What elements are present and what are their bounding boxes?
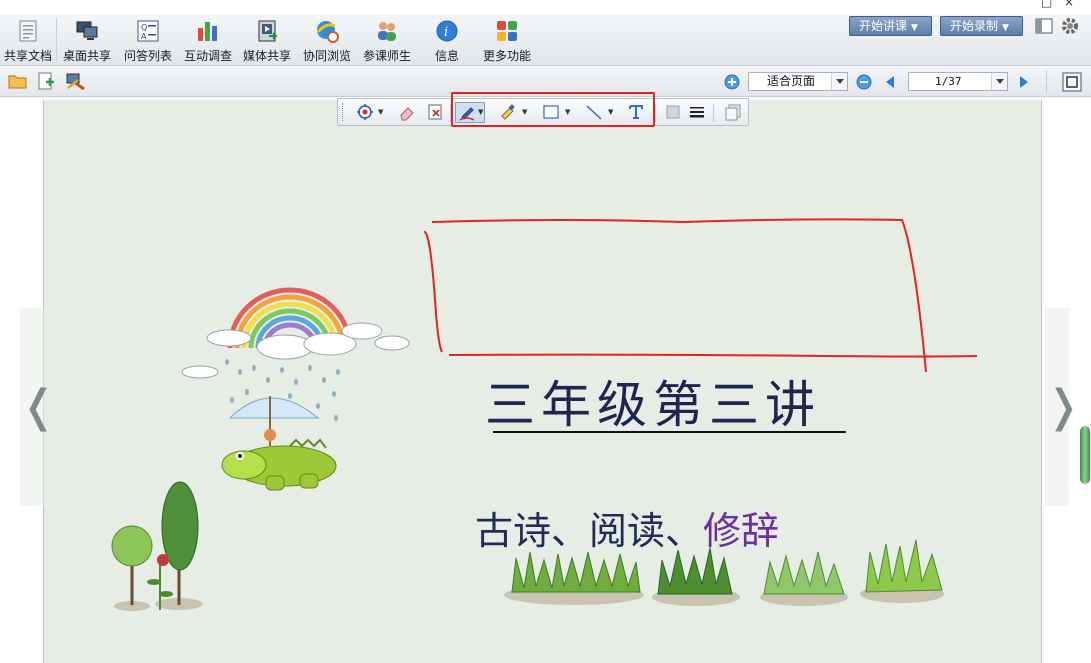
zoom-select[interactable]: 适合页面 <box>748 72 848 91</box>
svg-text:i: i <box>444 25 448 40</box>
copy-page-icon[interactable] <box>724 103 742 121</box>
zoom-in-icon[interactable] <box>724 74 740 90</box>
app-window: □ × 共享文档 桌面共享 Q A 问答列表 互动调查 媒体共享 协同浏览 参课… <box>0 0 1091 663</box>
next-page-icon[interactable] <box>1019 75 1029 89</box>
title-underline <box>493 431 846 433</box>
close-icon[interactable]: × <box>1064 0 1074 9</box>
color-swatch-icon[interactable] <box>664 103 682 121</box>
slide-title: 三年级第三讲 <box>485 376 821 434</box>
layout-icon[interactable] <box>1035 18 1053 34</box>
start-record-button[interactable]: 开始录制 ▼ <box>940 16 1023 36</box>
toolbar-divider <box>1046 70 1047 94</box>
more-functions-button[interactable]: 更多功能 <box>480 18 534 64</box>
chevron-down-icon <box>991 73 1007 90</box>
participants-button[interactable]: 参课师生 <box>360 18 414 64</box>
start-record-label: 开始录制 <box>950 19 999 33</box>
info-icon: i <box>436 20 458 42</box>
co-browse-icon <box>316 21 339 43</box>
desktop-share-button[interactable]: 桌面共享 <box>60 18 114 64</box>
co-browse-button[interactable]: 协同浏览 <box>300 18 354 64</box>
media-share-button[interactable]: 媒体共享 <box>240 18 294 64</box>
subtitle-topics: 古诗、阅读、 <box>475 509 704 553</box>
survey-button[interactable]: 互动调查 <box>181 18 235 64</box>
slide-canvas[interactable]: 三年级第三讲 古诗、阅读、修辞 <box>43 100 1042 663</box>
toolbar-divider <box>655 104 656 122</box>
page-select[interactable]: 1/37 <box>908 72 1008 91</box>
subtitle-rhetoric: 修辞 <box>703 509 780 553</box>
drag-handle[interactable] <box>342 103 344 121</box>
start-class-button[interactable]: 开始讲课 ▼ <box>849 16 932 36</box>
clear-page-icon[interactable] <box>426 103 444 121</box>
new-document-icon[interactable] <box>37 72 55 90</box>
chevron-down-icon[interactable]: ▼ <box>378 108 383 116</box>
title-strip: □ × <box>0 0 1091 14</box>
page-indicator: 1/37 <box>935 75 962 88</box>
eraser-icon[interactable] <box>398 103 416 121</box>
chevron-down-icon: ▼ <box>1002 23 1009 33</box>
shared-documents-button[interactable]: 共享文档 <box>2 18 54 64</box>
umbrella-icon <box>228 396 320 446</box>
survey-chart-icon <box>198 22 217 41</box>
chevron-down-icon: ▼ <box>911 23 918 33</box>
maximize-icon[interactable]: □ <box>1041 0 1052 9</box>
participants-icon <box>378 22 396 41</box>
chevron-right-icon: ❭ <box>1045 381 1082 432</box>
trees-icon <box>111 481 203 611</box>
toolbar-item-label: 互动调查 <box>183 49 232 63</box>
zoom-select-value: 适合页面 <box>767 74 816 88</box>
settings-tools-icon[interactable] <box>64 72 86 90</box>
toolbar-item-label: 共享文档 <box>3 49 52 63</box>
toolbar-item-label: 更多功能 <box>482 49 531 63</box>
line-width-icon[interactable] <box>688 103 706 121</box>
info-button[interactable]: i 信息 <box>430 18 464 64</box>
ink-annotation <box>423 218 978 373</box>
laser-pointer-icon[interactable] <box>356 103 374 121</box>
fullscreen-icon[interactable] <box>1062 72 1082 92</box>
qa-list-icon: Q A <box>137 20 159 42</box>
svg-text:Q: Q <box>141 23 147 32</box>
document-icon <box>19 20 37 42</box>
chevron-left-icon: ❬ <box>20 381 57 432</box>
desktop-share-icon <box>76 21 98 40</box>
prev-page-icon[interactable] <box>885 75 895 89</box>
toolbar-item-label: 桌面共享 <box>62 49 111 63</box>
toolbar-item-label: 协同浏览 <box>302 49 351 63</box>
toolbar-divider <box>713 104 714 122</box>
chevron-down-icon <box>831 73 847 90</box>
more-functions-icon <box>497 21 517 41</box>
gear-icon[interactable] <box>1061 17 1079 35</box>
toolbar-divider <box>56 18 57 62</box>
zoom-out-icon[interactable] <box>856 74 872 90</box>
main-toolbar: 共享文档 桌面共享 Q A 问答列表 互动调查 媒体共享 协同浏览 参课师生 i… <box>0 14 1091 66</box>
toolbar-item-label: 信息 <box>434 49 459 63</box>
toolbar-item-label: 参课师生 <box>362 49 411 63</box>
vertical-scrollbar[interactable] <box>1080 426 1090 484</box>
qa-list-button[interactable]: Q A 问答列表 <box>121 18 175 64</box>
annotation-highlight-box <box>451 92 655 127</box>
next-slide-button[interactable]: ❭ <box>1045 308 1082 506</box>
toolbar-item-label: 问答列表 <box>123 49 172 63</box>
toolbar-item-label: 媒体共享 <box>242 49 291 63</box>
start-class-label: 开始讲课 <box>859 19 908 33</box>
cloud-icon <box>181 322 410 379</box>
media-share-icon <box>258 20 278 42</box>
svg-text:A: A <box>141 32 147 41</box>
crocodile-icon <box>221 438 337 491</box>
open-folder-icon[interactable] <box>8 72 28 90</box>
slide-subtitle: 古诗、阅读、修辞 <box>475 500 779 555</box>
prev-slide-button[interactable]: ❬ <box>20 308 57 506</box>
